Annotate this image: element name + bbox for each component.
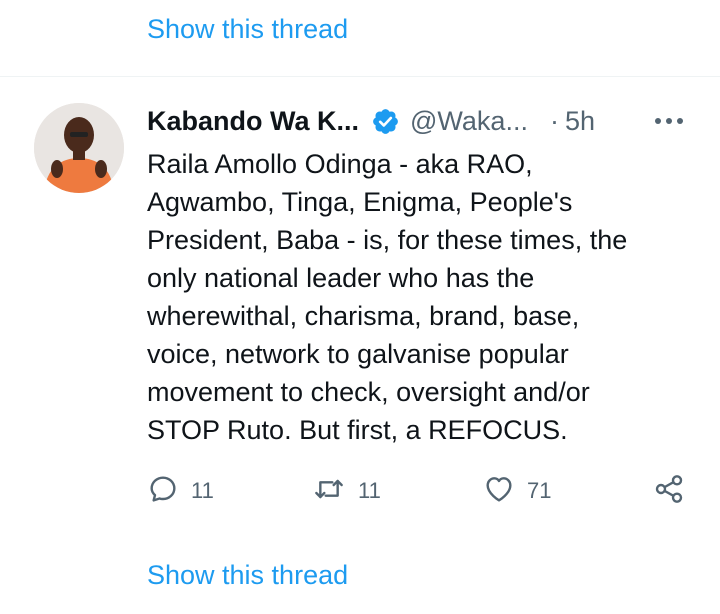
verified-badge-icon bbox=[371, 107, 400, 136]
tweet-text-line: Agwambo, Tinga, Enigma, People's bbox=[147, 187, 573, 217]
tweet-text-line: wherewithal, charisma, brand, base, bbox=[147, 301, 580, 331]
like-count: 71 bbox=[527, 478, 552, 503]
tweet-text-line: Raila Amollo Odinga - aka RAO, bbox=[147, 149, 533, 179]
like-button[interactable]: 71 bbox=[483, 473, 551, 509]
author-name[interactable]: Kabando Wa K... bbox=[147, 106, 359, 137]
more-options-icon[interactable] bbox=[652, 108, 686, 134]
reply-count: 11 bbox=[191, 478, 214, 503]
repost-icon bbox=[312, 473, 346, 510]
avatar[interactable] bbox=[34, 103, 124, 193]
author-handle[interactable]: @Waka... bbox=[410, 106, 528, 137]
share-button[interactable] bbox=[653, 473, 685, 509]
separator-dot: · bbox=[549, 105, 559, 136]
tweet-text-line: voice, network to galvanise popular bbox=[147, 339, 569, 369]
show-thread-link-bottom[interactable]: Show this thread bbox=[147, 560, 348, 591]
reply-icon bbox=[147, 473, 179, 510]
repost-count: 11 bbox=[358, 478, 381, 503]
repost-button[interactable]: 11 bbox=[312, 473, 381, 509]
divider bbox=[0, 76, 720, 77]
tweet-text-line: STOP Ruto. But first, a REFOCUS. bbox=[147, 415, 568, 445]
tweet-text: Raila Amollo Odinga - aka RAO, Agwambo, … bbox=[147, 145, 707, 449]
avatar-image bbox=[34, 103, 124, 193]
tweet-text-line: only national leader who has the bbox=[147, 263, 535, 293]
action-bar: 11 11 71 bbox=[147, 473, 692, 509]
share-icon bbox=[653, 473, 685, 510]
tweet-header: Kabando Wa K... @Waka... · 5h bbox=[147, 103, 595, 139]
show-thread-link-top[interactable]: Show this thread bbox=[147, 14, 348, 45]
reply-button[interactable]: 11 bbox=[147, 473, 214, 509]
heart-icon bbox=[483, 473, 515, 510]
tweet-text-line: movement to check, oversight and/or bbox=[147, 377, 590, 407]
tweet-text-line: President, Baba - is, for these times, t… bbox=[147, 225, 628, 255]
tweet-time[interactable]: 5h bbox=[565, 106, 595, 137]
